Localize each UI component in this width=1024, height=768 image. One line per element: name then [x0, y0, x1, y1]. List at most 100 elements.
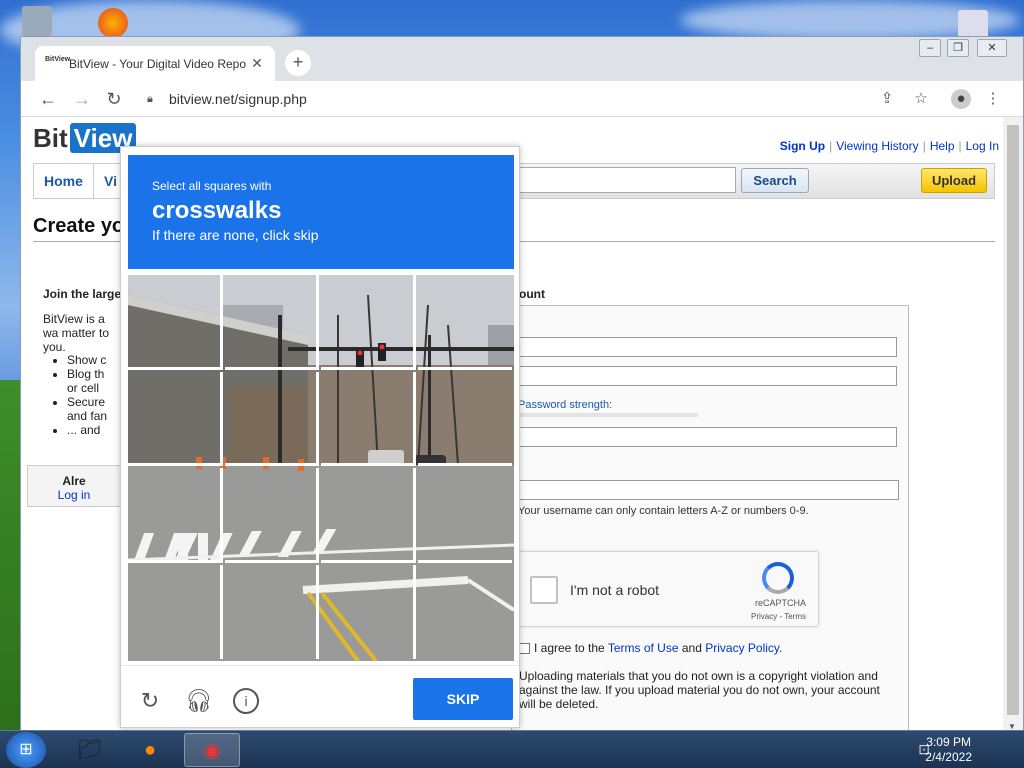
captcha-tile-13[interactable]	[128, 564, 223, 659]
page-title: Create yo	[33, 215, 125, 237]
captcha-image-grid	[128, 275, 514, 661]
new-tab-button[interactable]: +	[285, 50, 311, 76]
clock-date: 2/4/2022	[925, 750, 972, 764]
recaptcha-logo-icon	[762, 562, 794, 594]
email-field[interactable]	[517, 337, 897, 357]
captcha-challenge: Select all squares with crosswalks If th…	[120, 146, 520, 728]
reload-icon[interactable]: ↻	[103, 88, 125, 110]
password-strength-bar	[518, 413, 698, 417]
taskbar-clock[interactable]: 3:09 PM 2/4/2022	[925, 735, 972, 765]
browser-toolbar: ← → ↻ 🔒︎ bitview.net/signup.php ⇪ ☆ ● ⋮	[21, 81, 1023, 117]
captcha-target: crosswalks	[152, 197, 282, 224]
recaptcha-label: I'm not a robot	[570, 582, 660, 598]
agree-and: and	[681, 641, 702, 655]
nav-home[interactable]: Home	[34, 164, 94, 198]
agree-checkbox[interactable]	[519, 643, 530, 655]
share-icon[interactable]: ⇪	[877, 89, 897, 109]
tab-close-icon[interactable]: ✕	[249, 55, 265, 72]
login-box-link[interactable]: Log in	[58, 488, 91, 502]
explorer-taskbar-icon[interactable]: 📁︎	[62, 733, 118, 767]
firefox-taskbar-icon[interactable]: ●	[122, 733, 178, 767]
login-link[interactable]: Log In	[962, 139, 1003, 153]
recaptcha-checkbox[interactable]	[530, 576, 558, 604]
list-item: Show c	[67, 353, 107, 367]
maximize-button[interactable]: ❐	[947, 39, 969, 57]
firefox-desktop-icon[interactable]	[98, 8, 128, 38]
url-text: bitview.net/signup.php	[169, 91, 307, 107]
bitview-favicon-icon: BitView	[45, 55, 71, 63]
privacy-link[interactable]: Privacy Policy	[705, 641, 779, 655]
reload-challenge-icon[interactable]: ↻	[137, 688, 163, 714]
signup-link[interactable]: Sign Up	[776, 139, 829, 153]
captcha-tile-5[interactable]	[128, 371, 223, 466]
list-item: or cell	[67, 381, 100, 395]
top-links: Sign Up | Viewing History | Help | Log In	[776, 139, 1003, 153]
skip-button[interactable]: SKIP	[413, 678, 513, 720]
captcha-tile-14[interactable]	[225, 564, 319, 659]
captcha-footer: ↻ 🎧︎ i SKIP	[121, 665, 519, 729]
list-item: and fan	[67, 409, 108, 423]
close-window-button[interactable]: ✕	[977, 39, 1007, 57]
captcha-tile-15[interactable]	[321, 564, 416, 659]
feature-list: Show c Blog th or cell Secure and fan ..…	[67, 353, 107, 437]
search-input[interactable]	[516, 167, 736, 193]
bookmark-star-icon[interactable]: ☆	[911, 89, 931, 109]
terms-link[interactable]: Terms of Use	[608, 641, 679, 655]
tab-bitview[interactable]: BitView BitView - Your Digital Video Rep…	[35, 46, 275, 81]
minimize-button[interactable]: –	[919, 39, 941, 57]
captcha-tile-3[interactable]	[321, 275, 416, 370]
captcha-tile-1[interactable]	[128, 275, 223, 370]
captcha-tile-6[interactable]	[224, 371, 319, 466]
account-heading: ount	[519, 287, 545, 301]
username-field[interactable]	[517, 480, 899, 500]
username-note: Your username can only contain letters A…	[518, 505, 809, 517]
password-strength-label: Password strength:	[518, 399, 613, 411]
recaptcha-widget: I'm not a robot reCAPTCHA Privacy - Term…	[517, 551, 819, 627]
captcha-header: Select all squares with crosswalks If th…	[128, 155, 514, 269]
info-icon[interactable]: i	[233, 688, 259, 714]
captcha-tile-10[interactable]	[224, 468, 319, 563]
captcha-tile-8[interactable]	[417, 372, 512, 466]
password-field[interactable]	[517, 366, 897, 386]
captcha-tile-9[interactable]	[128, 468, 223, 563]
lock-icon[interactable]: 🔒︎	[147, 93, 161, 106]
logo-bit-text: Bit	[33, 123, 68, 153]
captcha-tile-11[interactable]	[321, 468, 416, 563]
list-item: Blog th	[67, 367, 107, 381]
forward-icon[interactable]: →	[71, 88, 93, 110]
tab-title: BitView - Your Digital Video Repo	[69, 56, 246, 71]
copyright-warning: Uploading materials that you do not own …	[519, 669, 880, 711]
back-icon[interactable]: ←	[37, 88, 59, 110]
audio-challenge-icon[interactable]: 🎧︎	[185, 688, 213, 714]
menu-icon[interactable]: ⋮	[983, 89, 1003, 109]
captcha-tile-4[interactable]	[417, 275, 512, 370]
recaptcha-brand: reCAPTCHA	[754, 598, 806, 608]
profile-icon[interactable]: ●	[951, 89, 971, 109]
captcha-tile-16[interactable]	[418, 565, 513, 660]
scrollbar-thumb[interactable]	[1007, 125, 1019, 715]
start-button[interactable]: ⊞	[6, 732, 46, 768]
upload-button[interactable]: Upload	[921, 168, 987, 193]
agree-row: I agree to the Terms of Use and Privacy …	[519, 641, 782, 655]
list-item: Secure	[67, 395, 107, 409]
address-bar[interactable]: 🔒︎ bitview.net/signup.php	[137, 85, 957, 113]
join-heading: Join the large	[43, 287, 122, 301]
clock-time: 3:09 PM	[926, 735, 971, 749]
page-scrollbar[interactable]: ▼	[1003, 117, 1023, 731]
login-box: Alre Log in	[27, 465, 121, 507]
captcha-tile-12[interactable]	[417, 468, 512, 563]
captcha-hint: If there are none, click skip	[152, 227, 319, 243]
captcha-tile-2[interactable]	[224, 275, 319, 370]
agree-prefix: I agree to the	[534, 641, 605, 655]
captcha-tile-7[interactable]	[321, 371, 416, 466]
chrome-taskbar-icon[interactable]: ◉	[184, 733, 240, 767]
recycle-bin-icon[interactable]	[22, 6, 52, 36]
help-link[interactable]: Help	[926, 139, 959, 153]
search-button[interactable]: Search	[741, 168, 809, 193]
agree-period: .	[779, 641, 783, 655]
viewing-history-link[interactable]: Viewing History	[832, 139, 922, 153]
tab-bar: BitView BitView - Your Digital Video Rep…	[21, 37, 1023, 81]
intro-text: BitView is a wa matter to you.	[43, 312, 110, 354]
confirm-password-field[interactable]	[517, 427, 897, 447]
recaptcha-privacy-terms[interactable]: Privacy - Terms	[751, 612, 806, 621]
